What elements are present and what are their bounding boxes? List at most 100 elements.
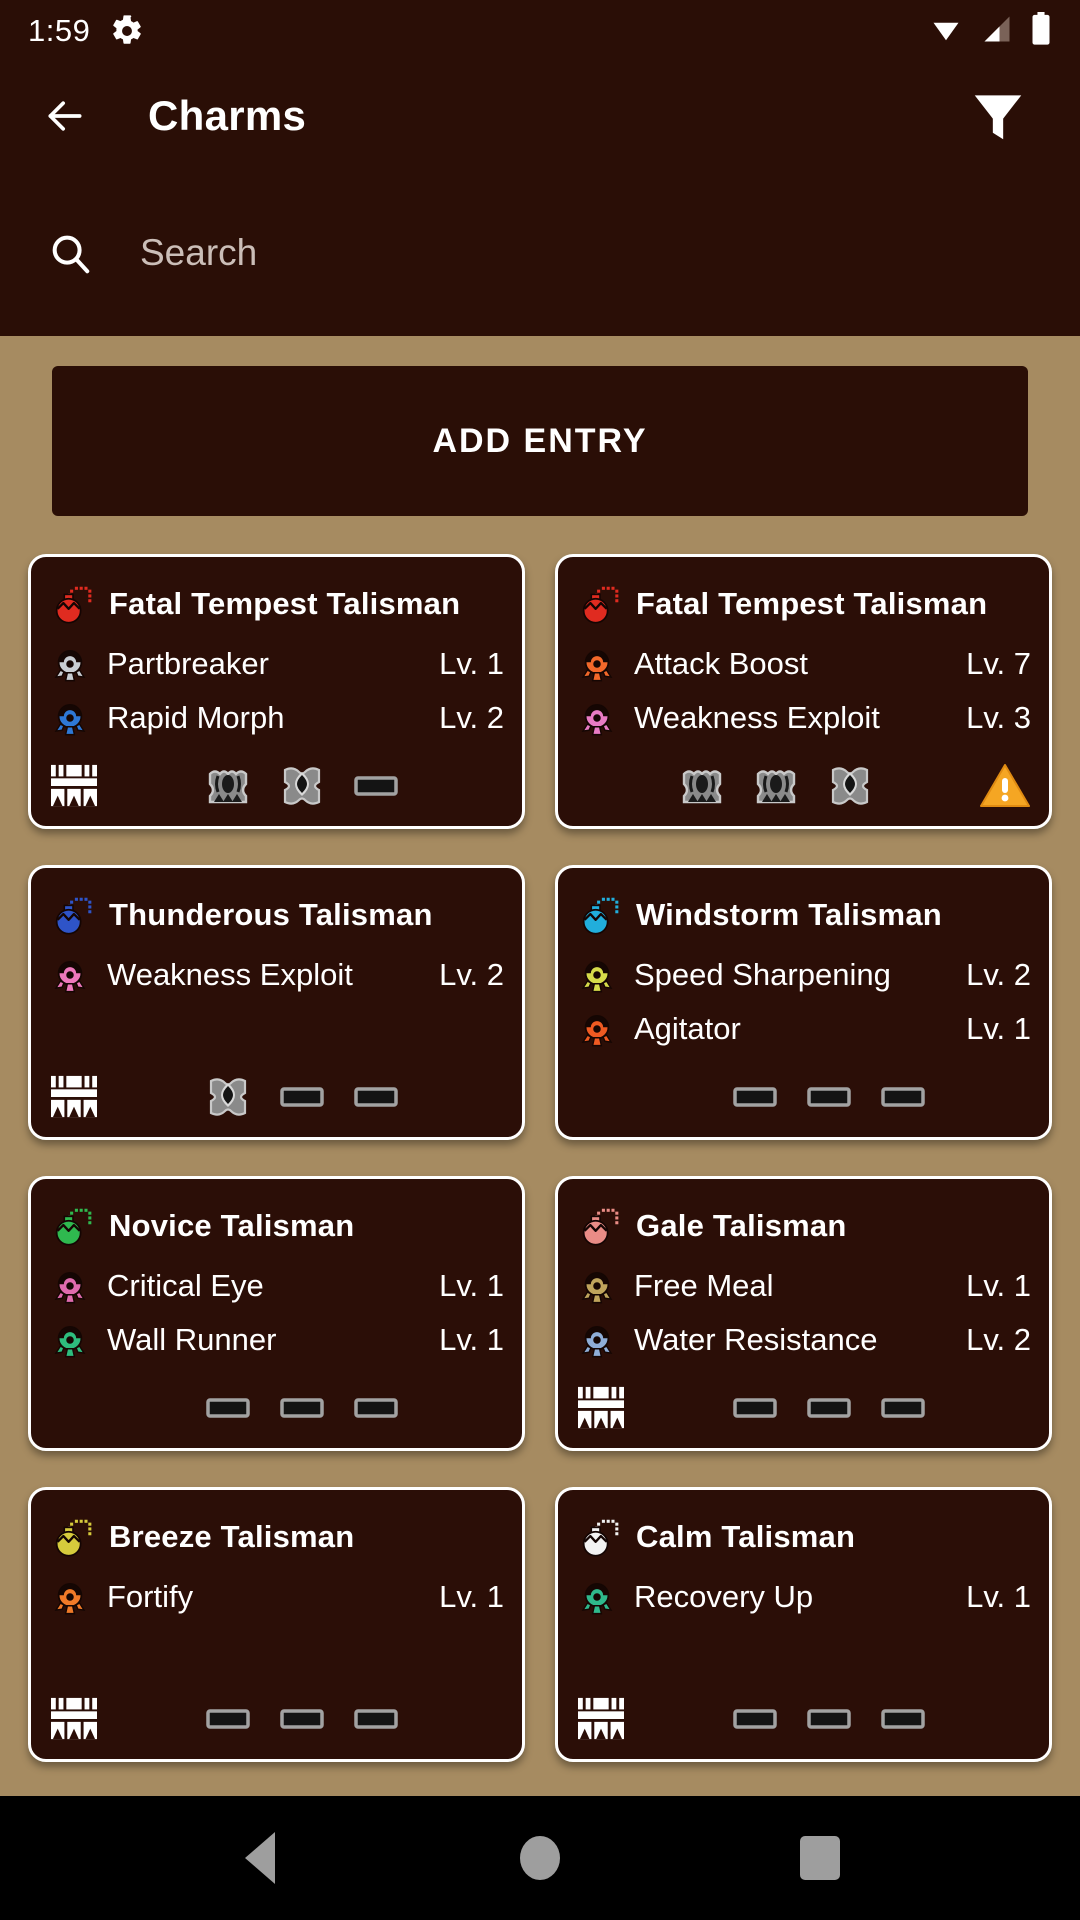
cell-signal-icon: [980, 14, 1014, 49]
main-content: ADD ENTRY Fatal Tempest Talisman Partbre…: [0, 336, 1080, 1796]
charm-card[interactable]: Gale Talisman Free Meal Lv. 1 Water Resis…: [555, 1176, 1052, 1451]
skill-icon: [576, 954, 618, 996]
skill-row: Speed Sharpening Lv. 2: [576, 954, 1031, 996]
skill-name: Critical Eye: [107, 1268, 264, 1303]
charm-icon: [576, 581, 622, 627]
skill-level: Lv. 2: [439, 957, 504, 992]
decoration-slot-empty: [879, 1384, 927, 1432]
skill-row: Agitator Lv. 1: [576, 1008, 1031, 1050]
charm-title: Calm Talisman: [636, 1519, 856, 1554]
skill-row: Recovery Up Lv. 1: [576, 1576, 1031, 1618]
decoration-slots: [731, 1695, 927, 1743]
back-arrow-icon[interactable]: [34, 85, 96, 147]
skill-icon: [576, 1319, 618, 1361]
gear-icon: [110, 14, 144, 48]
charm-card[interactable]: Calm Talisman Recovery Up Lv. 1: [555, 1487, 1052, 1762]
status-bar: 1:59: [0, 0, 1080, 62]
nav-home-button[interactable]: [494, 1812, 586, 1904]
decoration-slot-empty: [731, 1695, 779, 1743]
charm-icon: [49, 892, 95, 938]
slot-row: [576, 744, 1031, 810]
skill-row: Wall Runner Lv. 1: [49, 1319, 504, 1361]
charm-card[interactable]: Windstorm Talisman Speed Sharpening Lv. 2…: [555, 865, 1052, 1140]
nav-recents-button[interactable]: [774, 1812, 866, 1904]
charm-card-header: Breeze Talisman: [49, 1510, 504, 1564]
decoration-slots: [204, 1073, 400, 1121]
skill-level: Lv. 2: [966, 957, 1031, 992]
decoration-slot-level3: [204, 762, 252, 810]
status-indicators: [928, 11, 1052, 51]
decoration-slot-empty: [352, 762, 400, 810]
skill-icon: [576, 697, 618, 739]
decoration-slot-empty: [278, 1384, 326, 1432]
decoration-slot-empty: [879, 1695, 927, 1743]
charm-card-header: Calm Talisman: [576, 1510, 1031, 1564]
decoration-slot-level2: [826, 762, 874, 810]
decoration-slot-empty: [879, 1073, 927, 1121]
wifi-icon: [928, 14, 964, 49]
charm-title: Novice Talisman: [109, 1208, 355, 1243]
nav-back-button[interactable]: [214, 1812, 306, 1904]
skill-level: Lv. 1: [439, 1268, 504, 1303]
charm-title: Fatal Tempest Talisman: [636, 586, 988, 621]
skill-level: Lv. 7: [966, 646, 1031, 681]
decoration-slot-empty: [204, 1695, 252, 1743]
charm-title: Breeze Talisman: [109, 1519, 355, 1554]
charm-title: Fatal Tempest Talisman: [109, 586, 461, 621]
decoration-slots: [204, 762, 400, 810]
skill-level: Lv. 1: [439, 646, 504, 681]
charm-card[interactable]: Fatal Tempest Talisman Attack Boost Lv. 7…: [555, 554, 1052, 829]
skill-icon: [576, 1265, 618, 1307]
charm-card[interactable]: Novice Talisman Critical Eye Lv. 1 Wall R…: [28, 1176, 525, 1451]
search-input[interactable]: [140, 232, 780, 274]
skill-name: Attack Boost: [634, 646, 809, 681]
slot-row: [49, 1677, 504, 1743]
charm-card[interactable]: Breeze Talisman Fortify Lv. 1: [28, 1487, 525, 1762]
skill-icon: [49, 1265, 91, 1307]
skill-row: Attack Boost Lv. 7: [576, 643, 1031, 685]
charm-card-header: Novice Talisman: [49, 1199, 504, 1253]
charm-icon: [576, 892, 622, 938]
add-entry-button[interactable]: ADD ENTRY: [52, 366, 1028, 516]
search-bar[interactable]: [0, 170, 1080, 336]
skill-name: Speed Sharpening: [634, 957, 891, 992]
decoration-slot-empty: [278, 1695, 326, 1743]
charm-card-header: Gale Talisman: [576, 1199, 1031, 1253]
skill-icon: [49, 954, 91, 996]
slot-row: [576, 1677, 1031, 1743]
skill-level: Lv. 1: [966, 1579, 1031, 1614]
decoration-slot-level3: [752, 762, 800, 810]
charm-icon: [576, 1203, 622, 1249]
decoration-slot-empty: [731, 1384, 779, 1432]
skill-name: Fortify: [107, 1579, 194, 1614]
slot-row: [49, 744, 504, 810]
skill-icon: [49, 1319, 91, 1361]
decoration-slots: [678, 762, 874, 810]
skill-row: Water Resistance Lv. 2: [576, 1319, 1031, 1361]
charm-card[interactable]: Thunderous Talisman Weakness Exploit Lv. …: [28, 865, 525, 1140]
decoration-slots: [731, 1073, 927, 1121]
rarity-icon: [49, 763, 99, 809]
skill-name: Free Meal: [634, 1268, 774, 1303]
charm-title: Windstorm Talisman: [636, 897, 942, 932]
charm-card[interactable]: Fatal Tempest Talisman Partbreaker Lv. 1 …: [28, 554, 525, 829]
page-title: Charms: [148, 92, 307, 139]
skill-row: Partbreaker Lv. 1: [49, 643, 504, 685]
decoration-slot-empty: [805, 1695, 853, 1743]
charm-card-header: Fatal Tempest Talisman: [49, 577, 504, 631]
system-navigation-bar: [0, 1796, 1080, 1920]
skill-level: Lv. 2: [966, 1322, 1031, 1357]
skill-icon: [49, 697, 91, 739]
charm-icon: [49, 581, 95, 627]
skill-icon: [576, 1008, 618, 1050]
skill-row: Free Meal Lv. 1: [576, 1265, 1031, 1307]
decoration-slot-empty: [352, 1384, 400, 1432]
decoration-slot-empty: [352, 1073, 400, 1121]
skill-name: Weakness Exploit: [107, 957, 353, 992]
decoration-slot-level2: [204, 1073, 252, 1121]
decoration-slot-empty: [352, 1695, 400, 1743]
skill-level: Lv. 2: [439, 700, 504, 735]
rarity-icon: [576, 1385, 626, 1431]
filter-funnel-icon[interactable]: [962, 80, 1034, 152]
skill-row: Weakness Exploit Lv. 3: [576, 697, 1031, 739]
